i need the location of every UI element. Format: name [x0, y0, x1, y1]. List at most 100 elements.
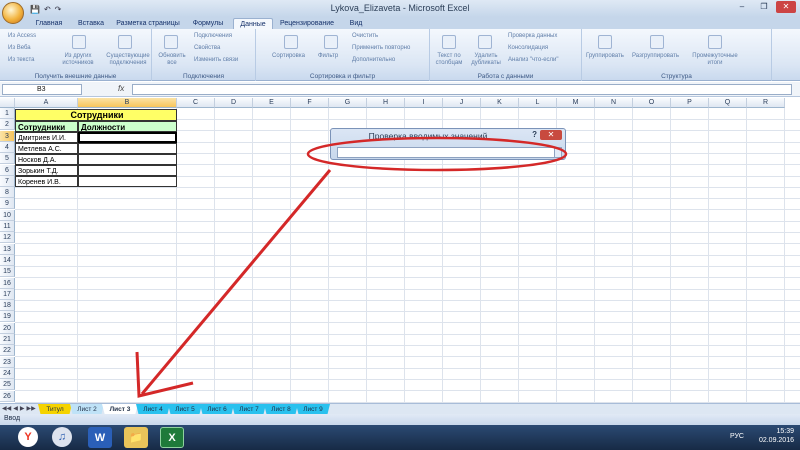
data-validation-button[interactable]: Проверка данных	[508, 33, 557, 39]
row-header[interactable]: 18	[0, 300, 15, 312]
from-access-button[interactable]: Из Access	[8, 33, 36, 39]
row-header[interactable]: 14	[0, 254, 15, 266]
row-header[interactable]: 13	[0, 243, 15, 255]
column-header[interactable]: O	[633, 98, 671, 108]
row-header[interactable]: 10	[0, 209, 15, 221]
from-text-button[interactable]: Из текста	[8, 57, 34, 63]
row-header[interactable]: 21	[0, 334, 15, 345]
position-cell[interactable]	[78, 154, 177, 165]
from-web-button[interactable]: Из Веба	[8, 45, 31, 51]
column-header[interactable]: R	[747, 98, 785, 108]
folder-icon[interactable]: 📁	[124, 427, 148, 448]
column-header[interactable]: C	[177, 98, 215, 108]
data-validation-dialog[interactable]: Проверка вводимых значений ? ✕	[330, 128, 566, 160]
maximize-button[interactable]: ❐	[754, 1, 774, 13]
column-header[interactable]: F	[291, 98, 329, 108]
clear-button[interactable]: Очистить	[352, 33, 378, 39]
yandex-browser-icon[interactable]: Y	[18, 427, 38, 447]
position-cell[interactable]	[78, 176, 177, 187]
reapply-button[interactable]: Применить повторно	[352, 45, 410, 51]
properties-button[interactable]: Свойства	[194, 45, 220, 51]
row-header[interactable]: 22	[0, 345, 15, 357]
filter-button[interactable]: Фильтр	[318, 53, 338, 59]
select-all-corner[interactable]	[0, 98, 15, 108]
employee-cell[interactable]: Носков Д.А.	[15, 154, 78, 165]
sort-button[interactable]: Сортировка	[272, 53, 305, 59]
row-header[interactable]: 25	[0, 379, 15, 391]
next-sheet-icon[interactable]: ▶	[20, 405, 25, 412]
row-header[interactable]: 11	[0, 221, 15, 232]
column-header[interactable]: I	[405, 98, 443, 108]
employee-cell[interactable]: Коренев И.В.	[15, 176, 78, 187]
row-header[interactable]: 8	[0, 187, 15, 199]
column-header[interactable]: A	[15, 98, 78, 108]
row-header[interactable]: 4	[0, 141, 15, 153]
row-header[interactable]: 7	[0, 175, 15, 187]
row-header[interactable]: 17	[0, 288, 15, 300]
prev-sheet-icon[interactable]: ◀	[13, 405, 18, 412]
column-header[interactable]: G	[329, 98, 367, 108]
system-clock[interactable]: 15:39 02.09.2016	[759, 427, 794, 445]
column-header[interactable]: L	[519, 98, 557, 108]
employee-cell[interactable]: Дмитриев И.И.	[15, 132, 78, 143]
title-cell[interactable]: Сотрудники	[15, 109, 177, 121]
close-button[interactable]: ✕	[776, 1, 796, 13]
employee-cell[interactable]: Метлева А.С.	[15, 143, 78, 154]
refresh-all-button[interactable]: Обновить все	[154, 53, 190, 67]
row-header[interactable]: 15	[0, 266, 15, 278]
header-cell-positions[interactable]: Должности	[78, 121, 177, 132]
row-header[interactable]: 5	[0, 153, 15, 165]
row-header[interactable]: 16	[0, 277, 15, 289]
advanced-button[interactable]: Дополнительно	[352, 57, 395, 63]
position-cell[interactable]	[78, 143, 177, 154]
minimize-button[interactable]: –	[732, 1, 752, 13]
row-header[interactable]: 26	[0, 390, 15, 402]
word-icon[interactable]: W	[88, 427, 112, 448]
row-header[interactable]: 9	[0, 198, 15, 210]
existing-connections-button[interactable]: Существующие подключения	[106, 53, 150, 67]
column-header[interactable]: E	[253, 98, 291, 108]
other-sources-button[interactable]: Из других источников	[54, 53, 102, 67]
column-header[interactable]: P	[671, 98, 709, 108]
language-indicator[interactable]: РУС	[730, 433, 744, 440]
excel-icon[interactable]: X	[160, 427, 184, 448]
position-cell[interactable]	[78, 165, 177, 176]
row-header[interactable]: 2	[0, 119, 15, 131]
column-header[interactable]: H	[367, 98, 405, 108]
connections-button[interactable]: Подключения	[194, 33, 232, 39]
column-header[interactable]: M	[557, 98, 595, 108]
row-header[interactable]: 23	[0, 356, 15, 368]
itunes-icon[interactable]: ♫	[52, 427, 72, 447]
dialog-close-button[interactable]: ✕	[540, 130, 562, 140]
remove-duplicates-button[interactable]: Удалить дубликаты	[468, 53, 504, 67]
first-sheet-icon[interactable]: ◀◀	[2, 405, 11, 412]
name-box[interactable]: B3	[2, 84, 82, 95]
what-if-button[interactable]: Анализ "что-если"	[508, 57, 559, 63]
ungroup-button[interactable]: Разгруппировать	[632, 53, 679, 59]
active-cell-b3[interactable]	[78, 132, 177, 143]
row-header[interactable]: 19	[0, 311, 15, 323]
row-header[interactable]: 12	[0, 232, 15, 244]
row-header[interactable]: 6	[0, 164, 15, 176]
column-header[interactable]: K	[481, 98, 519, 108]
column-header[interactable]: D	[215, 98, 253, 108]
edit-links-button[interactable]: Изменить связи	[194, 57, 238, 63]
subtotal-button[interactable]: Промежуточные итоги	[690, 53, 740, 67]
row-header[interactable]: 24	[0, 367, 15, 379]
consolidate-button[interactable]: Консолидация	[508, 45, 548, 51]
formula-input[interactable]	[132, 84, 792, 95]
row-header[interactable]: 20	[0, 322, 15, 334]
help-icon[interactable]: ?	[532, 130, 537, 139]
column-header[interactable]: N	[595, 98, 633, 108]
row-header[interactable]: 3	[0, 130, 15, 142]
office-button[interactable]	[2, 2, 24, 24]
dialog-range-input[interactable]	[337, 147, 555, 158]
text-to-columns-button[interactable]: Текст по столбцам	[432, 53, 466, 67]
row-header[interactable]: 1	[0, 108, 15, 119]
column-header[interactable]: J	[443, 98, 481, 108]
last-sheet-icon[interactable]: ▶▶	[26, 405, 35, 412]
column-header[interactable]: B	[78, 98, 177, 108]
group-button[interactable]: Группировать	[586, 53, 624, 59]
fx-icon[interactable]: fx	[118, 84, 124, 93]
collapse-dialog-icon[interactable]	[554, 147, 562, 158]
